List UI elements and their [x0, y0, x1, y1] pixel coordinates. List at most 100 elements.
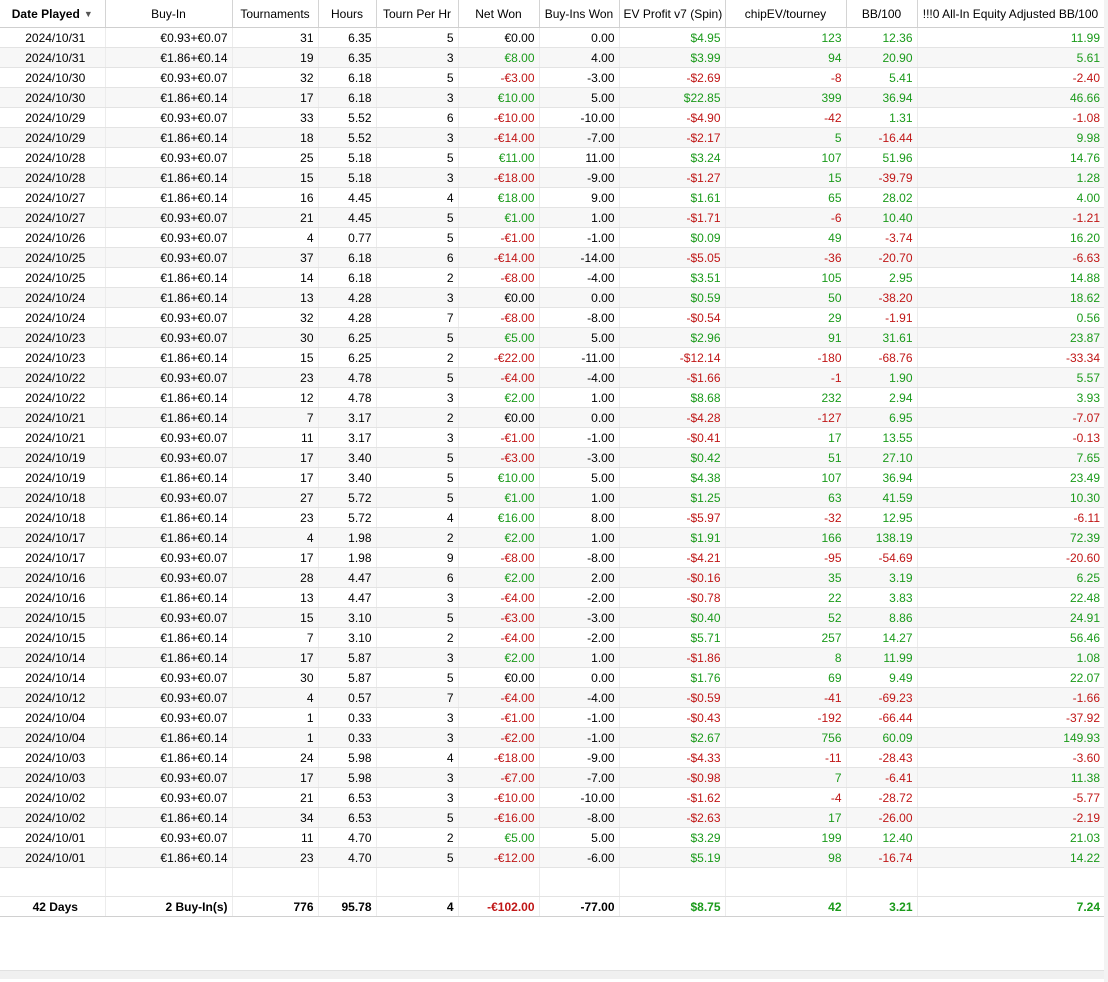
cell-date: 2024/10/29 [0, 107, 105, 128]
table-row[interactable]: 2024/10/21 €1.86+€0.14 7 3.17 2 €0.00 0.00 -$4.… [0, 407, 1104, 428]
table-row[interactable]: 2024/10/27 €0.93+€0.07 21 4.45 5 €1.00 1.00 -$1… [0, 207, 1104, 228]
table-row[interactable]: 2024/10/28 €0.93+€0.07 25 5.18 5 €11.00 11.00 $… [0, 147, 1104, 168]
table-row[interactable]: 2024/10/22 €0.93+€0.07 23 4.78 5 -€4.00 -4.00-… [0, 367, 1104, 388]
column-header-ev[interactable]: EV Profit v7 (Spin) [619, 0, 726, 28]
cell-bb100: 1.90 [845, 367, 917, 388]
cell-bb100: -26.00 [845, 807, 917, 828]
column-header-tph[interactable]: Tourn Per Hr [376, 0, 459, 28]
table-row[interactable]: 2024/10/02 €0.93+€0.07 21 6.53 3 -€10.00 -10.0… [0, 787, 1104, 808]
table-row[interactable]: 2024/10/25 €0.93+€0.07 37 6.18 6 -€14.00 -14.0… [0, 247, 1104, 268]
table-row[interactable]: 2024/10/18 €1.86+€0.14 23 5.72 4 €16.00 8.00 -$… [0, 507, 1104, 528]
table-row[interactable]: 2024/10/27 €1.86+€0.14 16 4.45 4 €18.00 9.00 $1… [0, 187, 1104, 208]
cell-ev: $5.19 [618, 847, 725, 868]
cell-buyin: €1.86+€0.14 [104, 347, 232, 368]
cell-hours: 4.45 [317, 207, 376, 228]
table-row[interactable]: 2024/10/28 €1.86+€0.14 15 5.18 3 -€18.00 -9.00… [0, 167, 1104, 188]
table-row[interactable]: 2024/10/01 €1.86+€0.14 23 4.70 5 -€12.00 -6.00… [0, 847, 1104, 868]
stats-table: Date Played ▼ Buy-In Tournaments Hours Tourn … [0, 0, 1105, 917]
cell-buyin: €0.93+€0.07 [104, 67, 232, 88]
table-row[interactable]: 2024/10/23 €0.93+€0.07 30 6.25 5 €5.00 5.00 $2.… [0, 327, 1104, 348]
table-row[interactable]: 2024/10/04 €0.93+€0.07 1 0.33 3 -€1.00 -1.00 -$… [0, 707, 1104, 728]
table-row[interactable]: 2024/10/29 €1.86+€0.14 18 5.52 3 -€14.00 -7.00… [0, 127, 1104, 148]
column-header-label: Date Played [11, 6, 80, 21]
table-row[interactable]: 2024/10/02 €1.86+€0.14 34 6.53 5 -€16.00 -8.00… [0, 807, 1104, 828]
cell-ev: $5.71 [618, 627, 725, 648]
cell-ev: $2.67 [618, 727, 725, 748]
cell-tph: 7 [375, 687, 458, 708]
cell-chipev: 105 [724, 267, 846, 288]
table-row[interactable]: 2024/10/24 €1.86+€0.14 13 4.28 3 €0.00 0.00 $0.… [0, 287, 1104, 308]
cell-bb100: -16.74 [845, 847, 917, 868]
column-header-label: Buy-Ins Won [544, 6, 614, 21]
table-row[interactable]: 2024/10/21 €0.93+€0.07 11 3.17 3 -€1.00 -1.00-… [0, 427, 1104, 448]
table-row[interactable]: 2024/10/26 €0.93+€0.07 4 0.77 5 -€1.00 -1.00 $0… [0, 227, 1104, 248]
table-row[interactable]: 2024/10/25 €1.86+€0.14 14 6.18 2 -€8.00 -4.00 $… [0, 267, 1104, 288]
table-row[interactable]: 2024/10/04 €1.86+€0.14 1 0.33 3 -€2.00 -1.00 $2… [0, 727, 1104, 748]
column-header-hours[interactable]: Hours [318, 0, 377, 28]
cell-ev: -$0.16 [618, 567, 725, 588]
table-row[interactable]: 2024/10/17 €0.93+€0.07 17 1.98 9 -€8.00 -8.00-… [0, 547, 1104, 568]
table-row[interactable]: 2024/10/12 €0.93+€0.07 4 0.57 7 -€4.00 -4.00 -$… [0, 687, 1104, 708]
cell-chipev: 166 [724, 527, 846, 548]
cell-hours: 5.87 [317, 647, 376, 668]
cell-aibb: 18.62 [916, 287, 1104, 308]
table-row[interactable]: 2024/10/16 €1.86+€0.14 13 4.47 3 -€4.00 -2.00-… [0, 587, 1104, 608]
cell-bi_won: -9.00 [538, 167, 619, 188]
cell-tournaments: 1 [231, 707, 318, 728]
table-row[interactable]: 2024/10/01 €0.93+€0.07 11 4.70 2 €5.00 5.00 $3.… [0, 827, 1104, 848]
column-header-chipev[interactable]: chipEV/tourney [725, 0, 847, 28]
cell-net: -€22.00 [457, 347, 539, 368]
table-row[interactable]: 2024/10/16 €0.93+€0.07 28 4.47 6 €2.00 2.00 -$0… [0, 567, 1104, 588]
total-date: 42 Days [0, 896, 105, 917]
table-row[interactable]: 2024/10/30 €0.93+€0.07 32 6.18 5 -€3.00 -3.00-… [0, 67, 1104, 88]
cell-buyin: €0.93+€0.07 [104, 787, 232, 808]
cell-net: €16.00 [457, 507, 539, 528]
table-row[interactable]: 2024/10/14 €0.93+€0.07 30 5.87 5 €0.00 0.00 $1.… [0, 667, 1104, 688]
cell-net: €0.00 [457, 27, 539, 48]
cell-tph: 4 [375, 747, 458, 768]
cell-date: 2024/10/15 [0, 607, 105, 628]
column-header-bi_won[interactable]: Buy-Ins Won [539, 0, 620, 28]
table-row[interactable]: 2024/10/22 €1.86+€0.14 12 4.78 3 €2.00 1.00 $8.… [0, 387, 1104, 408]
table-row[interactable]: 2024/10/14 €1.86+€0.14 17 5.87 3 €2.00 1.00 -$1… [0, 647, 1104, 668]
table-row[interactable]: 2024/10/18 €0.93+€0.07 27 5.72 5 €1.00 1.00 $1.… [0, 487, 1104, 508]
column-header-bb100[interactable]: BB/100 [846, 0, 918, 28]
table-row[interactable]: 2024/10/31 €0.93+€0.07 31 6.35 5 €0.00 0.00 $4.… [0, 27, 1104, 48]
cell-bi_won: 9.00 [538, 187, 619, 208]
table-row[interactable]: 2024/10/15 €0.93+€0.07 15 3.10 5 -€3.00 -3.00 $… [0, 607, 1104, 628]
table-row[interactable]: 2024/10/31 €1.86+€0.14 19 6.35 3 €8.00 4.00 $3.… [0, 47, 1104, 68]
cell-aibb: -5.77 [916, 787, 1104, 808]
cell-ev: $22.85 [618, 87, 725, 108]
column-header-aibb[interactable]: !!!0 All-In Equity Adjusted BB/100 [917, 0, 1105, 28]
cell-chipev: 49 [724, 227, 846, 248]
cell-bb100: -28.72 [845, 787, 917, 808]
cell-hours: 4.70 [317, 847, 376, 868]
column-header-buyin[interactable]: Buy-In [105, 0, 233, 28]
cell-hours: 6.25 [317, 327, 376, 348]
column-header-tournaments[interactable]: Tournaments [232, 0, 319, 28]
cell-net: -€8.00 [457, 307, 539, 328]
table-row[interactable]: 2024/10/29 €0.93+€0.07 33 5.52 6 -€10.00 -10.0… [0, 107, 1104, 128]
table-row[interactable]: 2024/10/15 €1.86+€0.14 7 3.10 2 -€4.00 -2.00 $5… [0, 627, 1104, 648]
table-row[interactable]: 2024/10/19 €1.86+€0.14 17 3.40 5 €10.00 5.00 $4… [0, 467, 1104, 488]
cell-buyin: €1.86+€0.14 [104, 127, 232, 148]
table-row[interactable]: 2024/10/24 €0.93+€0.07 32 4.28 7 -€8.00 -8.00-… [0, 307, 1104, 328]
table-row[interactable]: 2024/10/30 €1.86+€0.14 17 6.18 3 €10.00 5.00 $2… [0, 87, 1104, 108]
cell-bb100: 8.86 [845, 607, 917, 628]
table-row[interactable]: 2024/10/23 €1.86+€0.14 15 6.25 2 -€22.00 -11.0… [0, 347, 1104, 368]
column-header-net[interactable]: Net Won [458, 0, 540, 28]
cell-date: 2024/10/14 [0, 667, 105, 688]
total-hours: 95.78 [317, 896, 376, 917]
table-row[interactable]: 2024/10/19 €0.93+€0.07 17 3.40 5 -€3.00 -3.00 $… [0, 447, 1104, 468]
cell-net: -€8.00 [457, 267, 539, 288]
column-header-date[interactable]: Date Played ▼ [0, 0, 106, 28]
table-row[interactable]: 2024/10/17 €1.86+€0.14 4 1.98 2 €2.00 1.00 $1.9… [0, 527, 1104, 548]
table-row[interactable]: 2024/10/03 €0.93+€0.07 17 5.98 3 -€7.00 -7.00-… [0, 767, 1104, 788]
horizontal-scrollbar[interactable] [0, 970, 1104, 979]
cell-net: -€3.00 [457, 447, 539, 468]
cell-hours: 5.72 [317, 487, 376, 508]
cell-ev: -$4.21 [618, 547, 725, 568]
vertical-scrollbar[interactable] [1104, 0, 1108, 982]
table-row[interactable]: 2024/10/03 €1.86+€0.14 24 5.98 4 -€18.00 -9.00… [0, 747, 1104, 768]
cell-bi_won: -8.00 [538, 307, 619, 328]
